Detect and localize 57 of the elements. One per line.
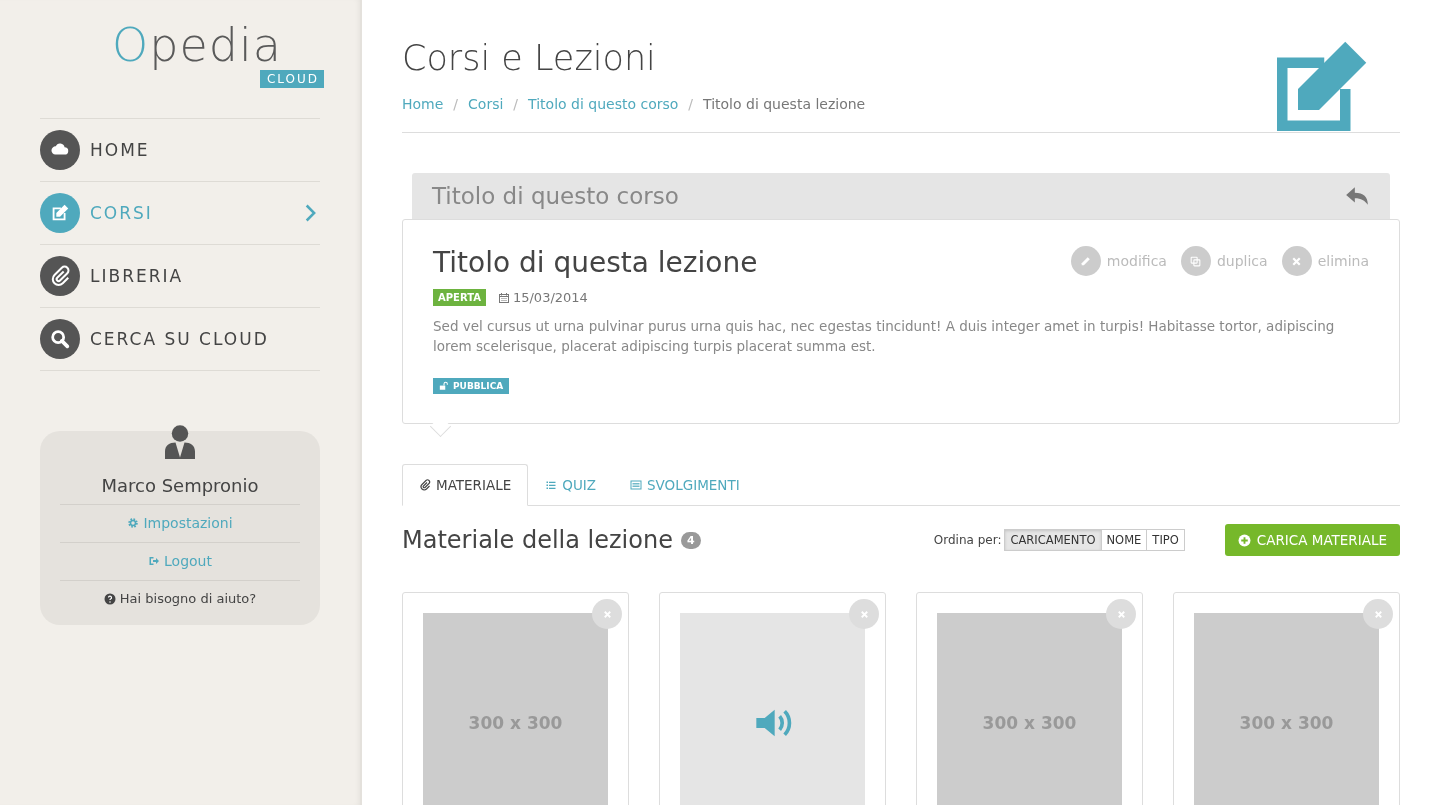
copy-icon	[1189, 254, 1203, 268]
breadcrumb-separator: /	[453, 96, 459, 112]
breadcrumb-link[interactable]: Titolo di questo corso	[528, 96, 679, 112]
search-icon	[49, 328, 71, 350]
tab[interactable]: QUIZ	[528, 464, 613, 506]
tab[interactable]: SVOLGIMENTI	[613, 464, 757, 506]
action-link[interactable]: duplica	[1180, 246, 1268, 276]
sort-button[interactable]: CARICAMENTO	[1004, 529, 1102, 551]
sort-label: Ordina per:	[933, 533, 1002, 547]
padlock-icon	[439, 381, 449, 391]
lesson-title: Titolo di questa lezione	[433, 246, 758, 279]
nav-item[interactable]: CERCA SU CLOUD	[40, 308, 320, 371]
user-link[interactable]: Logout	[148, 553, 212, 569]
visibility-badge: PUBBLICA	[433, 378, 510, 394]
breadcrumb-current: Titolo di questa lezione	[703, 96, 866, 112]
delete-button[interactable]	[592, 599, 622, 629]
breadcrumb-link[interactable]: Corsi	[468, 96, 504, 112]
help-icon	[103, 592, 116, 605]
course-title: Titolo di questo corso	[432, 183, 679, 209]
page-title: Corsi e Lezioni	[402, 38, 657, 78]
help-link[interactable]: Hai bisogno di aiuto?	[103, 591, 257, 606]
close-icon	[858, 608, 870, 620]
tab[interactable]: MATERIALE	[402, 464, 529, 506]
close-icon	[601, 608, 613, 620]
list-icon	[545, 479, 558, 491]
action-link[interactable]: elimina	[1281, 246, 1369, 276]
breadcrumb-separator: /	[513, 96, 519, 112]
table-icon	[630, 479, 642, 491]
user-name: Marco Sempronio	[60, 461, 300, 505]
settings-icon	[127, 517, 140, 529]
breadcrumb-link[interactable]: Home	[402, 96, 444, 112]
user-link[interactable]: Impostazioni	[127, 515, 233, 531]
logo[interactable]: Opedia CLOUD	[112, 22, 324, 88]
status-badge: APERTA	[433, 289, 486, 306]
paperclip-icon	[419, 479, 431, 491]
nav-item[interactable]: HOME	[40, 119, 320, 182]
logout-icon	[148, 555, 161, 567]
sort-button[interactable]: NOME	[1100, 529, 1148, 551]
nav-item[interactable]: CORSI	[40, 182, 320, 245]
nav-item[interactable]: LIBRERIA	[40, 245, 320, 308]
section-title: Materiale della lezione	[402, 526, 673, 554]
lesson-description: Sed vel cursus ut urna pulvinar purus urna quis hac, nec egestas tincidunt! A duis integer amet in turpis! Habitasse tortor, adipiscing lorem scelerisque, placerat adipiscing turpis placerat summa est.	[433, 317, 1336, 356]
sort-button[interactable]: TIPO	[1146, 529, 1185, 551]
plus-icon	[1237, 533, 1251, 547]
action-link[interactable]: modifica	[1070, 246, 1167, 276]
breadcrumb-separator: /	[688, 96, 694, 112]
count-badge: 4	[680, 531, 701, 549]
calendar-icon	[497, 291, 510, 304]
close-icon	[1372, 608, 1384, 620]
delete-button[interactable]	[849, 599, 879, 629]
upload-button[interactable]: CARICA MATERIALE	[1224, 524, 1400, 556]
pencil-icon	[1079, 254, 1093, 268]
close-icon	[1115, 608, 1127, 620]
delete-button[interactable]	[1363, 599, 1393, 629]
delete-button[interactable]	[1106, 599, 1136, 629]
lesson-date: 15/03/2014	[497, 290, 588, 305]
paperclip-icon	[49, 265, 71, 287]
